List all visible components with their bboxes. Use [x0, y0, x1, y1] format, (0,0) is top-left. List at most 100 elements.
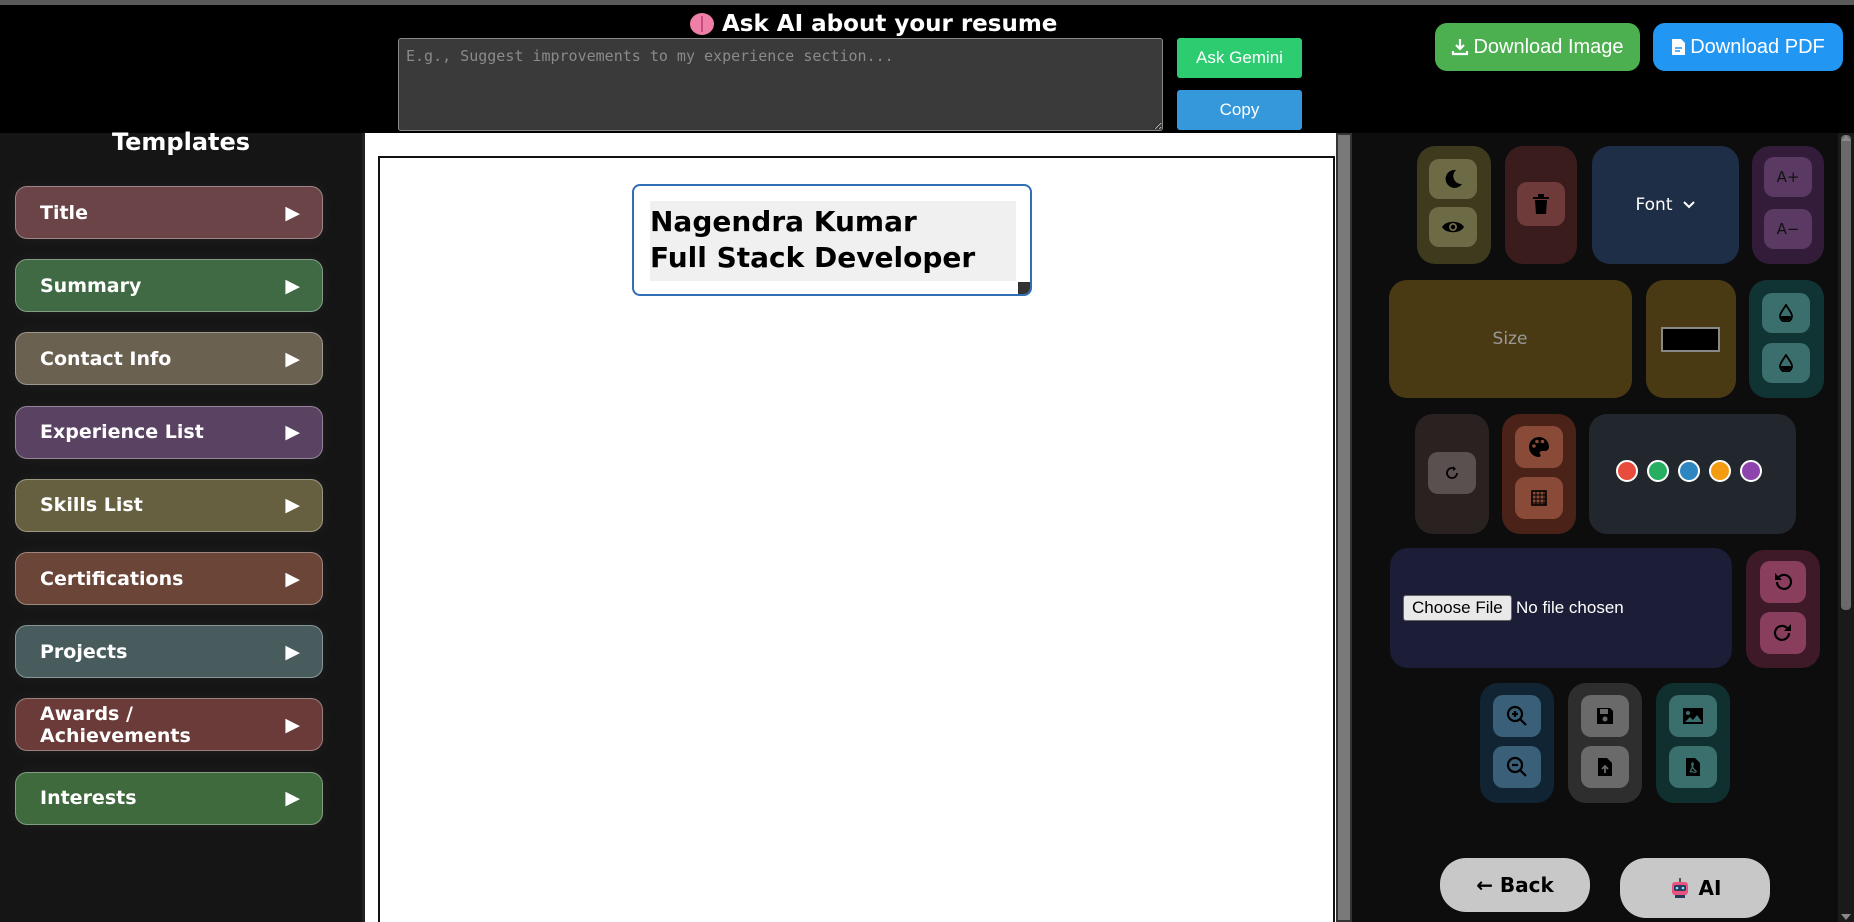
grid-pattern-icon	[1531, 490, 1547, 506]
text-block-content[interactable]: Nagendra Kumar Full Stack Developer	[650, 201, 1016, 281]
palette-icon	[1529, 437, 1549, 457]
role-line: Full Stack Developer	[650, 241, 976, 274]
expand-arrow-icon: ▶	[285, 567, 300, 590]
template-item-label: Skills List	[40, 494, 143, 517]
zoom-out-button[interactable]	[1493, 746, 1541, 788]
file-upload-icon	[1598, 758, 1612, 776]
color-swatch[interactable]	[1678, 460, 1700, 482]
download-pdf-button[interactable]: Download PDF	[1653, 23, 1843, 71]
template-item-label: Certifications	[40, 567, 184, 590]
ai-prompt-input[interactable]	[398, 38, 1163, 131]
opacity-decrease-button[interactable]	[1762, 343, 1810, 383]
template-item-label: Experience List	[40, 421, 204, 444]
template-item[interactable]: Summary ▶	[15, 259, 323, 313]
export-image-button[interactable]	[1669, 695, 1717, 737]
color-swatch[interactable]	[1709, 460, 1731, 482]
template-item-label: Interests	[40, 787, 137, 810]
tools-scrollbar[interactable]	[1838, 133, 1854, 922]
floppy-disk-icon	[1597, 708, 1613, 724]
moon-icon	[1445, 169, 1462, 188]
file-status: No file chosen	[1516, 598, 1624, 617]
rotate-button[interactable]	[1428, 452, 1476, 494]
load-button[interactable]	[1581, 746, 1629, 788]
templates-heading: Templates	[111, 128, 251, 156]
export-pdf-button[interactable]	[1669, 746, 1717, 788]
template-item[interactable]: Awards / Achievements ▶	[15, 698, 323, 752]
delete-button[interactable]	[1517, 182, 1565, 226]
undo-button[interactable]	[1760, 561, 1806, 603]
template-item-label: Title	[40, 201, 88, 224]
drop-half-icon	[1779, 354, 1793, 372]
zoom-in-icon	[1506, 705, 1527, 726]
pdf-file-icon	[1672, 39, 1686, 55]
color-swatch[interactable]	[1616, 460, 1638, 482]
brain-icon	[690, 13, 714, 35]
expand-arrow-icon: ▶	[285, 274, 300, 297]
download-image-button[interactable]: Download Image	[1435, 23, 1640, 71]
trash-icon	[1533, 194, 1549, 214]
download-icon	[1452, 39, 1469, 56]
robot-icon	[1671, 878, 1688, 898]
resize-handle[interactable]	[1018, 282, 1030, 294]
copy-button[interactable]: Copy	[1177, 90, 1302, 130]
redo-icon	[1773, 624, 1791, 641]
ask-gemini-button[interactable]: Ask Gemini	[1177, 38, 1302, 78]
size-input[interactable]: Size	[1400, 320, 1620, 358]
expand-arrow-icon: ▶	[285, 640, 300, 663]
template-item[interactable]: Experience List ▶	[15, 405, 323, 459]
ai-panel-title: Ask AI about your resume	[690, 11, 1057, 37]
color-swatch[interactable]	[1647, 460, 1669, 482]
template-item[interactable]: Contact Info ▶	[15, 332, 323, 386]
template-item[interactable]: Title ▶	[15, 186, 323, 239]
template-item[interactable]: Interests ▶	[15, 771, 323, 825]
text-color-picker[interactable]	[1661, 327, 1720, 352]
expand-arrow-icon: ▶	[285, 421, 300, 444]
template-item-label: Summary	[40, 274, 142, 297]
palette-button[interactable]	[1515, 426, 1563, 468]
expand-arrow-icon: ▶	[285, 494, 300, 517]
tools-scrollbar-thumb[interactable]	[1841, 135, 1851, 610]
template-item[interactable]: Projects ▶	[15, 625, 323, 679]
expand-arrow-icon: ▶	[285, 713, 300, 736]
scroll-up-arrow-icon[interactable]	[1838, 133, 1854, 143]
preview-button[interactable]	[1429, 207, 1477, 247]
rotate-icon	[1446, 466, 1458, 479]
template-item[interactable]: Skills List ▶	[15, 478, 323, 532]
color-swatch[interactable]	[1740, 460, 1762, 482]
decrease-font-button[interactable]: A−	[1764, 209, 1812, 249]
redo-button[interactable]	[1760, 612, 1806, 654]
canvas-scrollbar-thumb[interactable]	[1338, 135, 1350, 920]
eye-icon	[1442, 221, 1464, 233]
ai-title-text: Ask AI about your resume	[722, 11, 1058, 37]
choose-file-button[interactable]: Choose File	[1403, 595, 1512, 621]
zoom-in-button[interactable]	[1493, 695, 1541, 737]
chevron-down-icon	[1682, 201, 1695, 209]
font-select-label[interactable]: Font	[1600, 185, 1730, 225]
zoom-out-icon	[1506, 756, 1527, 777]
expand-arrow-icon: ▶	[285, 787, 300, 810]
dark-mode-button[interactable]	[1429, 159, 1477, 199]
pdf-icon	[1686, 758, 1700, 776]
template-item[interactable]: Certifications ▶	[15, 552, 323, 605]
increase-font-button[interactable]: A+	[1764, 157, 1812, 197]
template-item-label: Contact Info	[40, 347, 172, 370]
image-icon	[1683, 708, 1703, 724]
opacity-increase-button[interactable]	[1762, 293, 1810, 333]
font-label: Font	[1635, 195, 1673, 215]
top-bar: Ask AI about your resume Ask Gemini Copy…	[0, 0, 1854, 133]
template-item-label: Awards / Achievements	[40, 702, 191, 747]
template-item-label: Projects	[40, 640, 128, 663]
download-image-label: Download Image	[1473, 35, 1624, 58]
drop-icon	[1779, 304, 1793, 322]
name-line: Nagendra Kumar	[650, 205, 917, 238]
undo-icon	[1775, 573, 1793, 590]
resume-text-block[interactable]: Nagendra Kumar Full Stack Developer	[632, 184, 1032, 296]
scroll-down-arrow-icon[interactable]	[1838, 912, 1854, 922]
download-pdf-label: Download PDF	[1690, 35, 1825, 58]
background-pattern-button[interactable]	[1515, 477, 1563, 519]
back-button[interactable]: ← Back	[1440, 858, 1590, 912]
canvas-scrollbar[interactable]	[1336, 133, 1352, 922]
save-button[interactable]	[1581, 695, 1629, 737]
ai-button[interactable]: AI	[1620, 858, 1770, 918]
expand-arrow-icon: ▶	[285, 347, 300, 370]
